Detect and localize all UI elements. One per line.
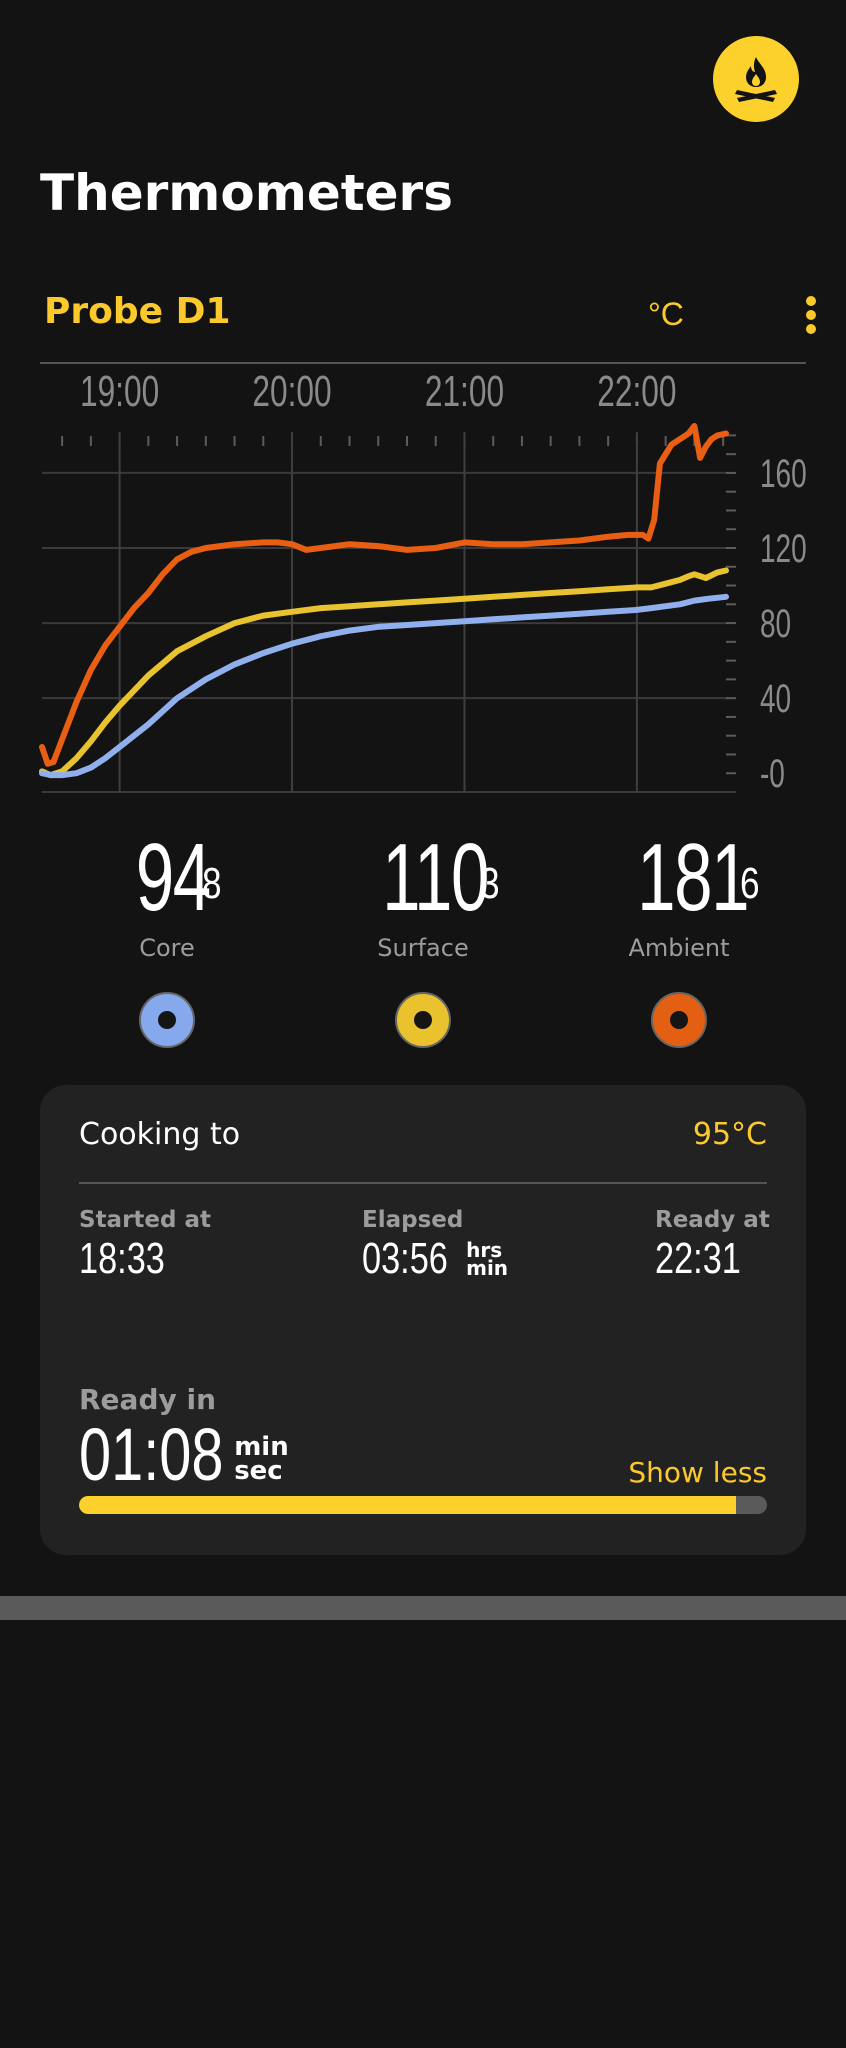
elapsed-unit-min: min (466, 1256, 509, 1280)
page-title: Thermometers (40, 164, 453, 222)
surface-temp-value: 110 (382, 824, 489, 931)
x-tick-label: 19:00 (80, 367, 159, 416)
reading-ambient: 1816 Ambient (564, 830, 794, 1048)
ambient-label: Ambient (628, 934, 730, 962)
surface-probe-indicator[interactable] (395, 992, 451, 1048)
ready-in-unit-sec: sec (234, 1456, 283, 1486)
probe-header: Probe D1 °C (40, 280, 816, 364)
ready-in: 01:08 min sec (79, 1415, 289, 1495)
ready-at-value: 22:31 (655, 1234, 741, 1283)
ambient-temp-value: 181 (636, 824, 749, 931)
ready-at-stat: Ready at 22:31 (655, 1205, 770, 1283)
ready-at-label: Ready at (655, 1207, 770, 1233)
reading-core: 948 Core (52, 830, 282, 1048)
core-probe-indicator[interactable] (139, 992, 195, 1048)
started-at-value: 18:33 (79, 1234, 165, 1283)
cook-progress-bar (79, 1496, 767, 1514)
thermometers-screen: Thermometers Probe D1 °C -0 40 80 120 160 19:… (0, 0, 846, 2048)
target-temperature[interactable]: 95°C (693, 1115, 767, 1155)
core-label: Core (139, 934, 195, 962)
y-tick-label: 120 (760, 527, 807, 571)
elapsed-label: Elapsed (362, 1207, 464, 1233)
campfire-icon (735, 57, 777, 102)
started-at-label: Started at (79, 1207, 212, 1233)
y-tick-label: 40 (760, 677, 791, 721)
ready-in-value: 01:08 (79, 1413, 224, 1496)
more-vertical-icon[interactable] (796, 290, 826, 340)
core-temp-value: 94 (136, 824, 211, 931)
temperature-chart-svg: -0 40 80 120 160 19:00 20:00 21:00 22:00 (39, 367, 807, 796)
y-tick-label: 160 (760, 452, 807, 496)
surface-temp-decimal: 3 (480, 859, 500, 908)
cook-progress-fill (79, 1496, 737, 1514)
started-at-stat: Started at 18:33 (79, 1205, 211, 1283)
ambient-probe-indicator[interactable] (651, 992, 707, 1048)
x-tick-label: 20:00 (252, 367, 331, 416)
ambient-temp-decimal: 6 (739, 859, 760, 908)
elapsed-value: 03:56 (362, 1234, 448, 1283)
temperature-unit-toggle[interactable]: °C (648, 294, 684, 334)
cook-mode-button[interactable] (713, 36, 799, 122)
reading-surface: 1103 Surface (308, 830, 538, 1048)
bottom-divider-bar (0, 1596, 846, 1620)
show-less-button[interactable]: Show less (628, 1455, 767, 1491)
core-temp-decimal: 8 (202, 859, 222, 908)
y-tick-label: 80 (760, 602, 791, 646)
probe-name[interactable]: Probe D1 (44, 290, 231, 334)
cooking-to-label: Cooking to (79, 1117, 241, 1152)
y-tick-label: -0 (760, 752, 785, 796)
cook-status-card: Cooking to 95°C Started at 18:33 Elapsed… (40, 1085, 806, 1555)
series-line-ambient (39, 423, 729, 767)
elapsed-stat: Elapsed 03:56 hrs min (362, 1205, 508, 1283)
card-divider (79, 1182, 767, 1184)
x-tick-label: 21:00 (425, 367, 504, 416)
x-tick-label: 22:00 (597, 367, 676, 416)
probe-readings: 948 Core 1103 Surface 1816 Ambient (0, 830, 846, 1060)
temperature-chart: -0 40 80 120 160 19:00 20:00 21:00 22:00 (0, 366, 846, 806)
surface-label: Surface (377, 934, 469, 962)
